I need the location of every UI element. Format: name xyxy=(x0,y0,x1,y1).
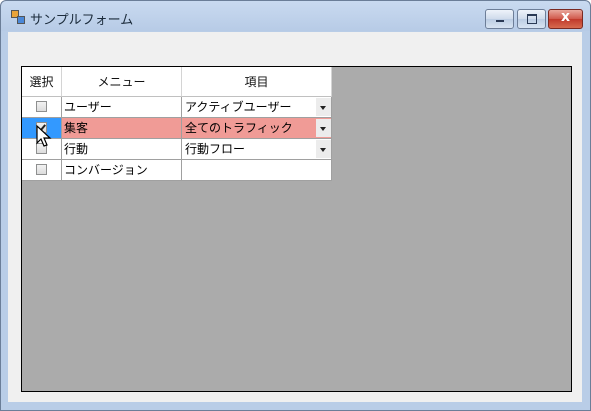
item-value: 全てのトラフィック xyxy=(185,121,293,135)
close-button[interactable]: x xyxy=(548,9,583,29)
minimize-button[interactable] xyxy=(485,9,514,29)
data-grid-view[interactable]: 選択 メニュー 項目 ユーザー アクティブユーザー 集客 全てのトラフィック 行動 行動フ… xyxy=(21,66,572,392)
menu-cell[interactable]: コンバージョン xyxy=(62,160,182,181)
item-value: 行動フロー xyxy=(185,142,246,156)
chevron-down-icon[interactable] xyxy=(316,98,331,116)
table-row[interactable]: 集客 全てのトラフィック xyxy=(22,118,332,139)
table-row[interactable]: 行動 行動フロー xyxy=(22,139,332,160)
select-cell[interactable] xyxy=(22,160,62,181)
window-title: サンプルフォーム xyxy=(30,13,134,28)
maximize-button[interactable] xyxy=(517,9,546,29)
minimize-icon xyxy=(496,20,504,22)
form-client-area: 選択 メニュー 項目 ユーザー アクティブユーザー 集客 全てのトラフィック 行動 行動フ… xyxy=(8,32,582,402)
menu-cell[interactable]: ユーザー xyxy=(62,97,182,118)
close-icon: x xyxy=(560,9,571,25)
column-header-menu[interactable]: メニュー xyxy=(62,67,182,97)
item-combobox-cell[interactable]: 全てのトラフィック xyxy=(182,118,332,139)
row-checkbox[interactable] xyxy=(36,101,47,112)
menu-cell[interactable]: 集客 xyxy=(62,118,182,139)
chevron-down-icon[interactable] xyxy=(316,119,331,137)
table-row[interactable]: コンバージョン xyxy=(22,160,332,181)
table-row[interactable]: ユーザー アクティブユーザー xyxy=(22,97,332,118)
column-header-item[interactable]: 項目 xyxy=(182,67,332,97)
menu-cell[interactable]: 行動 xyxy=(62,139,182,160)
item-value: アクティブユーザー xyxy=(185,100,292,114)
title-bar[interactable]: サンプルフォーム x xyxy=(1,1,590,32)
item-combobox-cell[interactable] xyxy=(182,160,332,181)
item-combobox-cell[interactable]: アクティブユーザー xyxy=(182,97,332,118)
select-cell[interactable] xyxy=(22,97,62,118)
maximize-icon xyxy=(527,14,537,24)
item-combobox-cell[interactable]: 行動フロー xyxy=(182,139,332,160)
app-icon[interactable] xyxy=(11,10,25,24)
column-header-select[interactable]: 選択 xyxy=(22,67,62,97)
form-window: サンプルフォーム x 選択 メニュー 項目 ユーザー アクティブユーザー 集客 全ての… xyxy=(0,0,591,411)
mouse-cursor-icon xyxy=(36,125,52,147)
row-checkbox[interactable] xyxy=(36,164,47,175)
chevron-down-icon[interactable] xyxy=(316,140,331,158)
